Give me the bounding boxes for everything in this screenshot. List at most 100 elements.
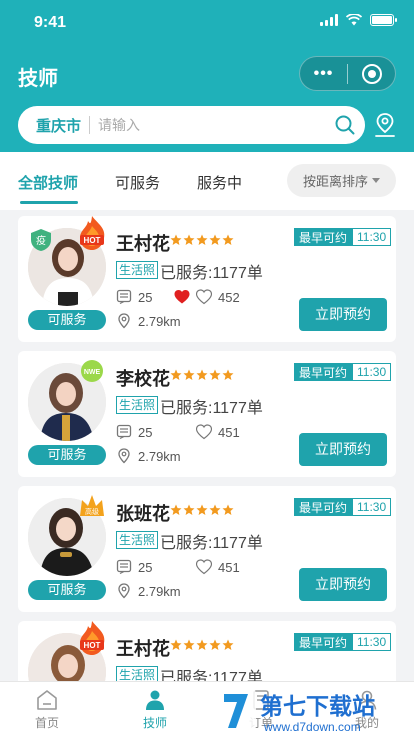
earliest-available: 最早可约 11:30 xyxy=(294,363,392,381)
served-count: 已服务:1177单 xyxy=(160,400,263,417)
like-badge-icon[interactable] xyxy=(196,424,212,440)
svg-text:HOT: HOT xyxy=(84,236,101,245)
star-icon xyxy=(209,369,221,380)
tab-all-technicians[interactable]: 全部技师 xyxy=(18,172,78,193)
star-icon xyxy=(196,369,208,380)
like-count: 451 xyxy=(196,559,240,575)
mini-program-capsule: ••• xyxy=(299,56,396,91)
like-count-value: 452 xyxy=(218,289,240,305)
earliest-available: 最早可约 11:30 xyxy=(294,633,392,651)
like-badge-icon xyxy=(196,289,212,305)
earliest-label: 最早可约 xyxy=(294,363,353,381)
location-pin-icon xyxy=(375,113,395,137)
earliest-time: 11:30 xyxy=(352,633,392,651)
status-bar: 9:41 xyxy=(0,0,414,44)
rating-stars xyxy=(170,504,234,516)
watermark-logo: 第七下载站 www.d7down.com xyxy=(216,688,375,734)
shield-icon: 疫 xyxy=(31,229,51,251)
comment-count: 25 xyxy=(116,424,152,440)
star-icon xyxy=(209,639,221,650)
city-selector[interactable]: 重庆市 xyxy=(18,115,81,136)
rating-stars xyxy=(170,369,234,381)
status-time: 9:41 xyxy=(34,14,67,31)
license-tag[interactable]: 生活照 xyxy=(116,666,159,681)
active-tab-underline xyxy=(20,201,78,204)
book-now-button[interactable]: 立即预约 xyxy=(299,298,387,331)
tab-available[interactable]: 可服务 xyxy=(115,172,160,193)
earliest-label: 最早可约 xyxy=(294,498,353,516)
svg-text:HOT: HOT xyxy=(84,641,101,650)
tabbar-label: 技师 xyxy=(142,716,167,730)
star-icon xyxy=(170,234,182,245)
star-icon xyxy=(170,504,182,515)
close-button[interactable] xyxy=(348,63,395,84)
license-tag[interactable]: 生活照 xyxy=(116,261,159,279)
license-tag[interactable]: 生活照 xyxy=(116,531,159,549)
svg-text:高级: 高级 xyxy=(85,507,99,516)
search-icon xyxy=(335,115,355,135)
search-input[interactable] xyxy=(98,117,325,133)
status-badge: 可服务 xyxy=(28,310,106,330)
svg-text:www.d7down.com: www.d7down.com xyxy=(263,720,361,734)
new-badge-icon: NWE xyxy=(81,360,103,382)
star-icon xyxy=(183,504,195,515)
served-count: 已服务:1177单 xyxy=(160,535,263,552)
location-button[interactable] xyxy=(373,112,397,138)
star-icon xyxy=(196,504,208,515)
svg-text:疫: 疫 xyxy=(36,234,46,247)
heart-icon[interactable] xyxy=(174,289,190,305)
comment-count-value: 25 xyxy=(138,289,153,305)
comment-icon xyxy=(116,289,132,305)
distance-value: 2.79km xyxy=(138,583,181,599)
sort-dropdown[interactable]: 按距离排序 xyxy=(287,164,396,197)
comment-count: 25 xyxy=(116,289,152,305)
signal-icon xyxy=(320,14,338,26)
technician-name: 王村花 xyxy=(116,234,170,254)
technician-name: 王村花 xyxy=(116,639,170,659)
hot-flame-icon: HOT xyxy=(80,621,105,655)
star-icon xyxy=(222,504,234,515)
served-count: 已服务:1177单 xyxy=(160,670,263,681)
comment-count: 25 xyxy=(116,559,152,575)
tab-in-service[interactable]: 服务中 xyxy=(197,172,242,193)
earliest-available: 最早可约 11:30 xyxy=(294,228,392,246)
star-icon xyxy=(183,234,195,245)
star-icon xyxy=(222,234,234,245)
earliest-time: 11:30 xyxy=(352,228,392,246)
caret-down-icon xyxy=(372,178,380,183)
search-button[interactable] xyxy=(325,115,365,135)
license-tag[interactable]: 生活照 xyxy=(116,396,159,414)
tabbar-item-home[interactable]: 首页 xyxy=(12,688,82,731)
star-icon xyxy=(209,234,221,245)
like-badge-icon[interactable] xyxy=(196,559,212,575)
location-pin-icon xyxy=(118,313,130,329)
sort-label: 按距离排序 xyxy=(302,174,368,189)
served-count: 已服务:1177单 xyxy=(160,265,263,282)
book-now-button[interactable]: 立即预约 xyxy=(299,433,387,466)
rating-stars xyxy=(170,639,234,651)
technician-name: 李校花 xyxy=(116,369,170,389)
technician-icon xyxy=(146,690,164,710)
svg-text:NWE: NWE xyxy=(84,369,101,376)
technician-card[interactable]: 高级 可服务 张班花 最早可约 11:30 生活照 已服务:1177单 25 4… xyxy=(18,486,396,612)
tabbar-label: 首页 xyxy=(34,716,59,730)
distance: 2.79km xyxy=(116,313,181,329)
tabbar-item-technician[interactable]: 技师 xyxy=(120,688,190,731)
more-button[interactable]: ••• xyxy=(300,65,347,83)
technician-card[interactable]: 疫 HOT 可服务 王村花 最早可约 11:30 生活照 已服务:1177单 2… xyxy=(18,216,396,342)
book-now-button[interactable]: 立即预约 xyxy=(299,568,387,601)
comment-icon xyxy=(116,424,132,440)
like-count-value: 451 xyxy=(218,559,240,575)
like-count: 451 xyxy=(196,424,240,440)
star-icon xyxy=(222,639,234,650)
technician-card[interactable]: HOT 王村花 最早可约 11:30 生活照 已服务:1177单 xyxy=(18,621,396,681)
comment-count-value: 25 xyxy=(138,559,153,575)
technician-name: 张班花 xyxy=(116,504,170,524)
like-count: 452 xyxy=(174,289,240,305)
technician-card[interactable]: NWE 可服务 李校花 最早可约 11:30 生活照 已服务:1177单 25 … xyxy=(18,351,396,477)
star-icon xyxy=(170,639,182,650)
star-icon xyxy=(183,639,195,650)
search-bar: 重庆市 xyxy=(18,106,365,144)
star-icon xyxy=(183,369,195,380)
distance: 2.79km xyxy=(116,448,181,464)
